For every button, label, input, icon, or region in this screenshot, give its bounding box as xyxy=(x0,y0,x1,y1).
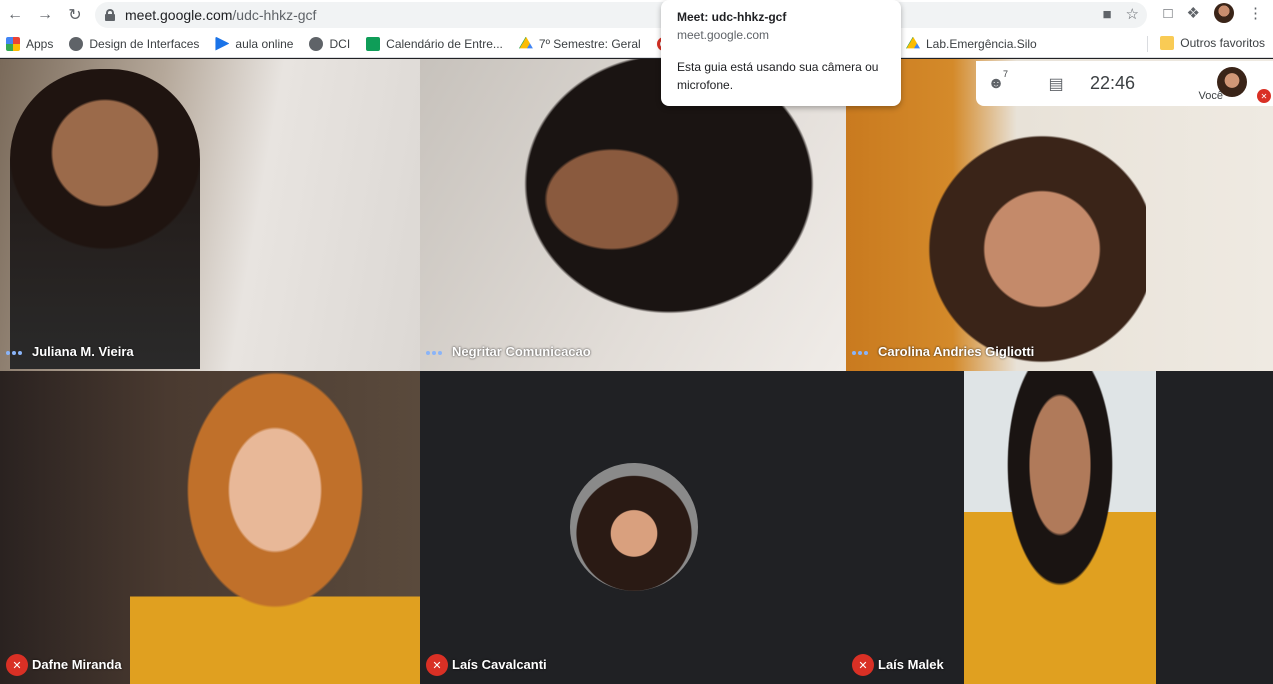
people-icon[interactable]: ☻ 7 xyxy=(976,69,1016,93)
participant-name: Laís Malek xyxy=(878,657,944,672)
participant-name: Juliana M. Vieira xyxy=(32,344,134,359)
participant-video xyxy=(886,119,1146,371)
popup-title: Meet: udc-hhkz-gcf xyxy=(677,10,787,24)
omnibox-actions: ■ ☆ xyxy=(1102,5,1139,24)
sheets-icon xyxy=(366,36,381,51)
bookmark-label: DCI xyxy=(329,36,351,51)
audio-indicator xyxy=(852,351,868,355)
bookmark-label: aula online xyxy=(235,36,294,51)
back-arrow-icon[interactable]: ← xyxy=(0,0,30,30)
participant-count-badge: 7 xyxy=(1002,68,1008,79)
camera-permission-popup: Meet: udc-hhkz-gcf meet.google.com Esta … xyxy=(661,0,901,106)
menu-kebab-icon[interactable]: ⋮ xyxy=(1248,4,1263,22)
self-label: Você xyxy=(1198,90,1223,102)
bookmark-aula-online[interactable]: aula online xyxy=(215,36,294,51)
camera-indicator-icon[interactable]: ■ xyxy=(1102,6,1111,23)
other-bookmarks[interactable]: Outros favoritos xyxy=(1160,36,1265,50)
bookmark-star-icon[interactable]: ☆ xyxy=(1126,5,1139,23)
meet-top-bar: ☻ 7 ▤ 22:46 Você ✕ xyxy=(976,61,1273,106)
browser-toolbar: ← → ↻ meet.google.com/udc-hhkz-gcf ■ ☆ □… xyxy=(0,0,1273,30)
bookmark-lab-emergencia[interactable]: Lab.Emergência.Silo xyxy=(906,36,1037,51)
bookmark-separator xyxy=(1147,36,1148,52)
participant-avatar xyxy=(570,463,698,591)
extensions-puzzle-icon[interactable]: ❖ xyxy=(1187,4,1200,22)
bookmark-calendario[interactable]: Calendário de Entre... xyxy=(366,36,503,51)
other-bookmarks-label: Outros favoritos xyxy=(1180,36,1265,50)
bookmark-apps[interactable]: Apps xyxy=(6,36,54,51)
bookmark-label: 7º Semestre: Geral xyxy=(538,36,641,51)
participant-tile-6[interactable]: ✕ Laís Malek xyxy=(846,371,1273,684)
bookmark-label: Design de Interfaces xyxy=(89,36,200,51)
bookmarks-bar: Apps Design de Interfaces aula online DC… xyxy=(0,30,1273,58)
url-host: meet.google.com xyxy=(125,7,233,23)
lock-icon[interactable] xyxy=(105,9,115,21)
audio-indicator xyxy=(6,351,22,355)
reload-icon[interactable]: ↻ xyxy=(60,0,90,30)
bookmark-dci[interactable]: DCI xyxy=(309,36,351,51)
bookmark-label: Apps xyxy=(26,36,54,51)
popup-host: meet.google.com xyxy=(677,28,770,42)
mic-off-icon: ✕ xyxy=(1257,89,1271,103)
forward-arrow-icon[interactable]: → xyxy=(30,0,60,30)
drive-icon xyxy=(906,36,920,49)
folder-icon xyxy=(1160,36,1175,50)
participant-name: Dafne Miranda xyxy=(32,657,122,672)
url-text: meet.google.com/udc-hhkz-gcf xyxy=(125,7,316,23)
profile-avatar[interactable] xyxy=(1214,3,1234,23)
globe-icon xyxy=(309,36,324,51)
apps-grid-icon xyxy=(6,36,20,51)
drive-icon xyxy=(518,36,533,49)
participant-tile-4[interactable]: ✕ Dafne Miranda xyxy=(0,371,420,684)
participant-video xyxy=(964,371,1156,684)
bookmark-design-de-interfaces[interactable]: Design de Interfaces xyxy=(69,36,200,51)
play-icon xyxy=(215,36,230,51)
mic-off-icon: ✕ xyxy=(6,654,28,676)
bookmark-label: Calendário de Entre... xyxy=(386,36,503,51)
chat-icon[interactable]: ▤ xyxy=(1036,74,1076,94)
participant-video xyxy=(10,69,200,369)
url-path: /udc-hhkz-gcf xyxy=(232,7,317,23)
participant-tile-1[interactable]: Juliana M. Vieira xyxy=(0,59,420,371)
mic-off-icon: ✕ xyxy=(426,654,448,676)
bookmark-7-semestre[interactable]: 7º Semestre: Geral xyxy=(518,36,641,51)
participant-video xyxy=(130,371,420,684)
audio-indicator xyxy=(426,351,442,355)
bookmark-label: Lab.Emergência.Silo xyxy=(926,36,1037,51)
participant-name: Negritar Comunicacao xyxy=(452,344,591,359)
participant-name: Laís Cavalcanti xyxy=(452,657,547,672)
meeting-clock: 22:46 xyxy=(1090,73,1136,93)
toolbar-actions: □ ❖ ⋮ xyxy=(1163,3,1263,23)
address-bar[interactable]: meet.google.com/udc-hhkz-gcf ■ ☆ xyxy=(95,2,1147,28)
globe-icon xyxy=(69,36,84,51)
participant-name: Carolina Andries Gigliotti xyxy=(878,344,1035,359)
mic-off-icon: ✕ xyxy=(852,654,874,676)
popup-message: Esta guia está usando sua câmera ou micr… xyxy=(677,60,879,92)
page-icon[interactable]: □ xyxy=(1163,5,1172,22)
